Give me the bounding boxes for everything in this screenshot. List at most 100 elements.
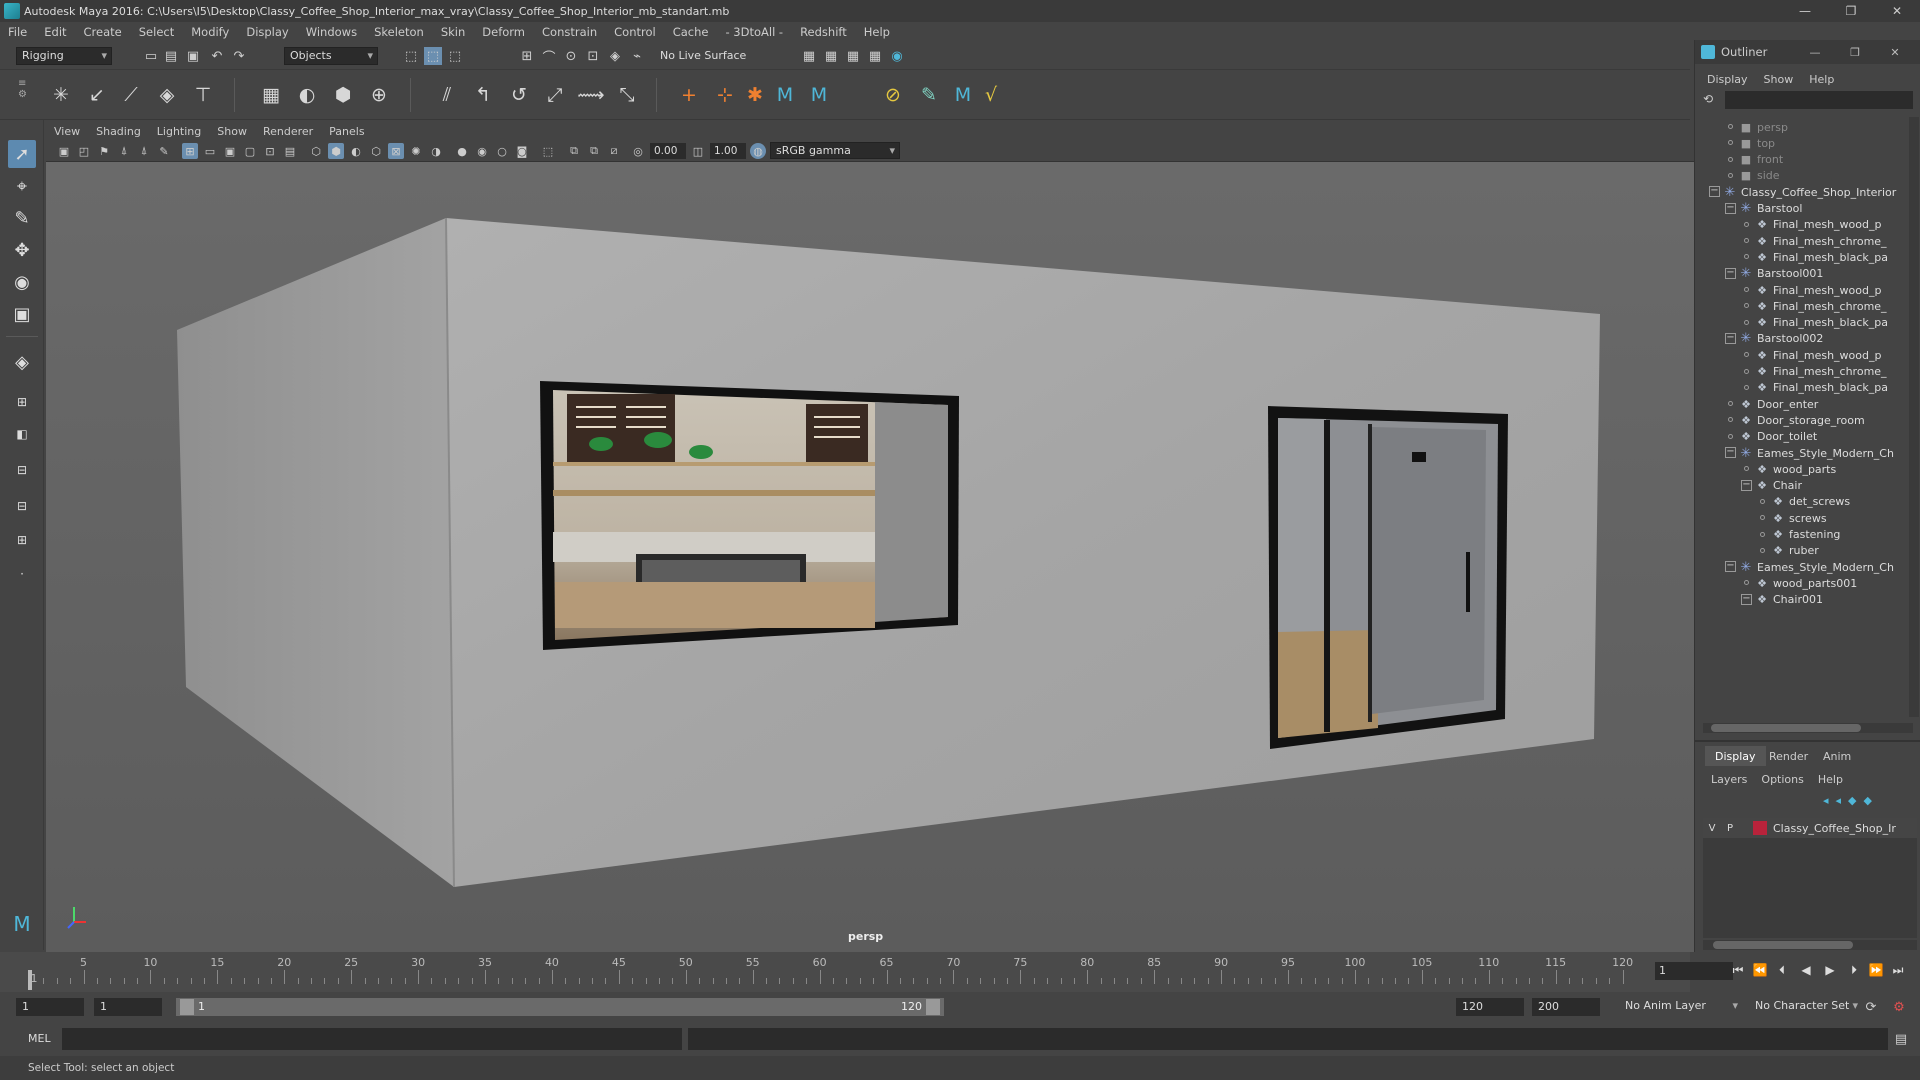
hik-character-icon[interactable]: M — [806, 82, 832, 108]
camera-select-icon[interactable]: ▣ — [56, 143, 72, 159]
motion-blur-icon[interactable]: ◉ — [474, 143, 490, 159]
snap-view-icon[interactable]: ⊡ — [584, 47, 602, 65]
move-tool-icon[interactable]: ✥ — [8, 236, 36, 264]
expand-collapse-toggle[interactable]: − — [1725, 267, 1736, 279]
scale-tool-icon[interactable]: ▣ — [8, 300, 36, 328]
expand-collapse-toggle[interactable]: − — [1741, 593, 1752, 605]
step-forward-key-icon[interactable]: ⏩ — [1866, 960, 1886, 980]
step-back-key-icon[interactable]: ⏪ — [1750, 960, 1770, 980]
check-icon[interactable]: √ — [978, 82, 1004, 108]
hypershade-icon[interactable]: ◉ — [888, 47, 906, 65]
hik-icon[interactable]: M — [772, 82, 798, 108]
outliner-menu-show[interactable]: Show — [1764, 73, 1794, 86]
layout-more-icon[interactable]: · — [8, 560, 36, 588]
step-back-frame-icon[interactable]: ⏴ — [1772, 960, 1792, 980]
current-frame-field[interactable]: 1 — [1655, 962, 1733, 980]
range-left-handle[interactable] — [180, 999, 194, 1015]
shelf-menu-icon[interactable]: ≡ ⚙ — [18, 78, 32, 110]
xray-components-icon[interactable]: ⧄ — [606, 143, 622, 159]
cluster-icon[interactable]: ⊕ — [366, 82, 392, 108]
undo-icon[interactable]: ↶ — [208, 47, 226, 65]
live-surface-label[interactable]: No Live Surface — [660, 49, 746, 62]
use-lights-icon[interactable]: ✺ — [408, 143, 424, 159]
joint-tool-icon[interactable]: ✳ — [48, 82, 74, 108]
camera-attrib-icon[interactable]: ◰ — [76, 143, 92, 159]
outliner-menu-display[interactable]: Display — [1707, 73, 1748, 86]
select-by-object-icon[interactable]: ⬚ — [424, 47, 442, 65]
close-button[interactable]: ✕ — [1874, 0, 1920, 22]
sculpt-deformer-icon[interactable]: ◐ — [294, 82, 320, 108]
viewport-menu-shading[interactable]: Shading — [96, 125, 141, 138]
layer-menu-layers[interactable]: Layers — [1711, 773, 1747, 786]
insert-joint-icon[interactable]: ◈ — [154, 82, 180, 108]
resolution-gate-icon[interactable]: ▣ — [222, 143, 238, 159]
layer-menu-options[interactable]: Options — [1761, 773, 1803, 786]
menu-modify[interactable]: Modify — [191, 25, 229, 39]
select-tool-icon[interactable]: ➚ — [8, 140, 36, 168]
layout-two-icon[interactable]: ◧ — [8, 420, 36, 448]
expand-collapse-toggle[interactable]: − — [1725, 202, 1736, 214]
layout-three-icon[interactable]: ⊟ — [8, 492, 36, 520]
restore-button[interactable]: ❐ — [1828, 0, 1874, 22]
step-forward-frame-icon[interactable]: ⏵ — [1844, 960, 1864, 980]
expand-collapse-toggle[interactable]: − — [1725, 561, 1736, 573]
snap-live-icon[interactable]: ⌁ — [628, 47, 646, 65]
menu-display[interactable]: Display — [246, 25, 288, 39]
xray-icon[interactable]: ⧉ — [566, 143, 582, 159]
color-management-icon[interactable]: ◍ — [750, 143, 766, 159]
animation-start-field[interactable]: 1 — [16, 998, 84, 1016]
grease-pencil-icon[interactable]: ✎ — [156, 143, 172, 159]
menu-redshift[interactable]: Redshift — [800, 25, 847, 39]
paint-select-icon[interactable]: ✎ — [8, 204, 36, 232]
menu-file[interactable]: File — [8, 25, 27, 39]
render-settings-icon[interactable]: ▦ — [866, 47, 884, 65]
layout-four-icon[interactable]: ⊞ — [8, 388, 36, 416]
menu-select[interactable]: Select — [139, 25, 174, 39]
wireframe-icon[interactable]: ⬡ — [308, 143, 324, 159]
layout-single-icon[interactable]: ◈ — [8, 348, 36, 376]
grid-icon[interactable]: ⊞ — [182, 143, 198, 159]
menu-edit[interactable]: Edit — [44, 25, 66, 39]
orient-constraint-icon[interactable]: ↺ — [506, 82, 532, 108]
expand-collapse-toggle[interactable]: − — [1741, 479, 1752, 491]
ambient-occlusion-icon[interactable]: ● — [454, 143, 470, 159]
playback-start-field[interactable]: 1 — [94, 998, 162, 1016]
outliner-restore-button[interactable]: ❐ — [1835, 40, 1875, 64]
menu-skin[interactable]: Skin — [441, 25, 465, 39]
gate-mask-icon[interactable]: ▢ — [242, 143, 258, 159]
gamma-field[interactable]: 1.00 — [710, 143, 746, 159]
shadows-icon[interactable]: ◑ — [428, 143, 444, 159]
quick-rig-icon[interactable]: ⊘ — [880, 82, 906, 108]
color-space-dropdown[interactable]: sRGB gamma — [770, 142, 900, 159]
viewport-menu-show[interactable]: Show — [217, 125, 247, 138]
bookmark-icon[interactable]: ⚑ — [96, 143, 112, 159]
viewport-menu-lighting[interactable]: Lighting — [157, 125, 201, 138]
expand-collapse-toggle[interactable]: − — [1709, 186, 1720, 198]
aim-constraint-icon[interactable]: ↰ — [470, 82, 496, 108]
render-view-icon[interactable]: ▦ — [800, 47, 818, 65]
menuset-dropdown[interactable]: Rigging — [16, 47, 112, 65]
outliner-refresh-icon[interactable]: ⟲ — [1703, 92, 1719, 108]
anim-layer-dropdown[interactable]: No Anim Layer — [1620, 998, 1742, 1016]
layer-playback-toggle[interactable]: P — [1721, 823, 1739, 834]
tab-render[interactable]: Render — [1759, 746, 1818, 766]
layer-action-icons[interactable]: ◂◂◆◆ — [1823, 794, 1879, 807]
outliner-search-input[interactable] — [1725, 91, 1913, 109]
tab-anim[interactable]: Anim — [1813, 746, 1861, 766]
menu-cache[interactable]: Cache — [673, 25, 709, 39]
animation-end-field[interactable]: 200 — [1532, 998, 1600, 1016]
range-bar[interactable]: 1 120 — [176, 998, 944, 1016]
ik-spline-icon[interactable]: ⟋ — [118, 82, 144, 108]
expand-collapse-toggle[interactable]: − — [1725, 447, 1736, 458]
xray-joints-icon[interactable]: ⧉ — [586, 143, 602, 159]
scale-constraint-icon[interactable]: ⤢ — [542, 82, 568, 108]
open-scene-icon[interactable]: ▤ — [162, 47, 180, 65]
auto-key-icon[interactable]: ⟳ — [1862, 998, 1880, 1016]
outliner-menu-help[interactable]: Help — [1809, 73, 1834, 86]
mirror-joint-icon[interactable]: ⊤ — [190, 82, 216, 108]
exposure-field[interactable]: 0.00 — [650, 143, 686, 159]
ik-handle-icon[interactable]: ↙ — [84, 82, 110, 108]
menu-control[interactable]: Control — [614, 25, 656, 39]
2d-pan-icon[interactable]: ⍋ — [136, 143, 152, 159]
bind-skin-icon[interactable]: ⊹ — [712, 82, 738, 108]
